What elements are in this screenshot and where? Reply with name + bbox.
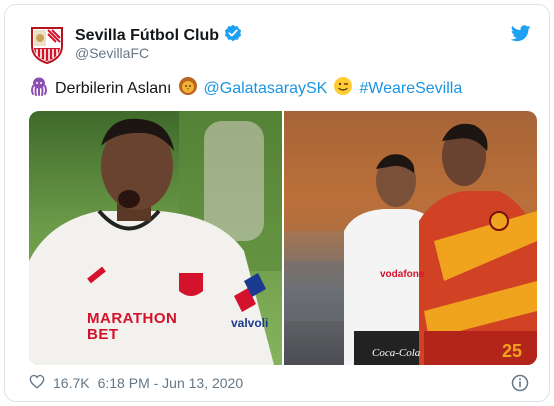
mention-link[interactable]: @GalatasaraySK: [204, 80, 328, 98]
sevilla-crest-avatar[interactable]: [29, 25, 65, 65]
verified-badge-icon: [224, 24, 242, 47]
account-handle[interactable]: @SevillaFC: [75, 45, 149, 61]
tweet-card: Sevilla Fútbol Club @SevillaFC Derbileri…: [4, 4, 550, 402]
tweet-media[interactable]: MARATHON BET valvoli vodafone 25 Coca-Co…: [29, 111, 537, 365]
display-name[interactable]: Sevilla Fútbol Club: [75, 27, 219, 45]
tweet-text: Derbilerin Aslanı @GalatasaraySK #WeareS…: [29, 76, 529, 101]
like-count[interactable]: 16.7K: [53, 375, 90, 391]
sleeve-sponsor-text: valvoli: [231, 316, 269, 330]
lion-emoji-icon: [178, 76, 198, 101]
tweet-text-main: Derbilerin Aslanı: [55, 79, 172, 97]
hashtag-link[interactable]: #WeareSevilla: [359, 80, 462, 98]
winking-face-emoji-icon: [333, 76, 353, 101]
shirt-sponsor-text: MARATHON BET: [87, 310, 178, 343]
octopus-emoji-icon: [29, 76, 49, 101]
shirt-text: vodafone: [380, 269, 425, 280]
photo-galatasaray-player[interactable]: vodafone 25 Coca-Cola: [284, 111, 537, 365]
tweet-timestamp[interactable]: 6:18 PM - Jun 13, 2020: [98, 375, 244, 391]
info-icon[interactable]: [511, 374, 529, 397]
photo-sevilla-player[interactable]: MARATHON BET valvoli: [29, 111, 282, 365]
heart-icon[interactable]: [29, 374, 45, 392]
twitter-bird-icon[interactable]: [510, 25, 531, 47]
account-name-row[interactable]: Sevilla Fútbol Club: [75, 24, 242, 47]
shirt-number-text: 25: [502, 341, 523, 361]
tweet-footer: 16.7K 6:18 PM - Jun 13, 2020: [29, 374, 243, 392]
shorts-sponsor-text: Coca-Cola: [372, 347, 421, 359]
